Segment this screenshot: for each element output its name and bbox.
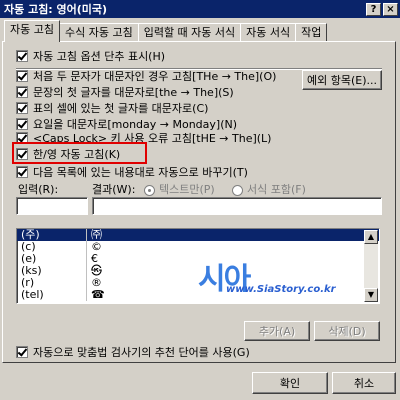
result-label: 결과(W): <box>92 183 136 196</box>
option-label: 자동 고침 옵션 단추 표시(H) <box>33 50 166 63</box>
radio[interactable] <box>144 184 155 196</box>
tab-bar: 자동 고침 수식 자동 고침 입력할 때 자동 서식 자동 서식 작업 <box>4 20 328 42</box>
list-item[interactable]: (c) © <box>17 241 379 253</box>
checkbox[interactable] <box>16 70 28 82</box>
list-item-input: (tel) <box>17 289 87 301</box>
option-two-initial-caps[interactable]: 처음 두 문자가 대문자인 경우 고침[THe → The](O) <box>16 68 276 84</box>
list-body: (주) ㈜ (c) © (e) € (ks) ㉿ (r) ® (tel) ☎ <box>17 229 379 301</box>
tab-autoformat[interactable]: 자동 서식 <box>240 23 297 42</box>
tab-autoformat-as-you-type[interactable]: 입력할 때 자동 서식 <box>137 23 242 42</box>
list-scrollbar[interactable]: ▲ ▼ <box>364 230 378 302</box>
cancel-button[interactable]: 취소 <box>332 372 396 394</box>
add-button[interactable]: 추가(A) <box>244 321 310 341</box>
window-title: 자동 고침: 영어(미국) <box>4 3 108 16</box>
replace-list[interactable]: (주) ㈜ (c) © (e) € (ks) ㉿ (r) ® (tel) ☎ ▲ ▼ <box>16 228 380 304</box>
scroll-up-icon[interactable]: ▲ <box>364 230 378 244</box>
option-label: 자동으로 맞춤법 검사기의 추천 단어를 사용(G) <box>33 346 250 359</box>
ok-button[interactable]: 확인 <box>252 372 328 394</box>
checkbox[interactable] <box>16 166 28 178</box>
checkbox[interactable] <box>16 118 28 130</box>
highlight-box <box>12 142 147 164</box>
option-suggest[interactable]: 자동으로 맞춤법 검사기의 추천 단어를 사용(G) <box>16 344 250 360</box>
list-item-result: ® <box>91 276 102 289</box>
help-button[interactable]: ? <box>366 2 381 16</box>
list-item-result: ㉿ <box>91 264 102 277</box>
option-label: 표의 셀에 있는 첫 글자를 대문자로(C) <box>33 102 209 115</box>
option-first-letter-sentences[interactable]: 문장의 첫 글자를 대문자로[the → The](S) <box>16 84 234 100</box>
option-replace-as-you-type[interactable]: 다음 목록에 있는 내용대로 자동으로 바꾸기(T) <box>16 164 248 180</box>
radio[interactable] <box>232 184 243 196</box>
formatted-text-label: 서식 포함(F) <box>247 183 306 196</box>
delete-button[interactable]: 삭제(D) <box>314 321 380 341</box>
list-item-result: ☎ <box>91 288 105 301</box>
close-button[interactable]: × <box>383 2 398 16</box>
list-item-result: © <box>91 240 102 253</box>
option-first-letter-table-cells[interactable]: 표의 셀에 있는 첫 글자를 대문자로(C) <box>16 100 208 116</box>
plain-text-option[interactable]: 텍스트만(P) <box>144 181 215 197</box>
tab-autocorrect[interactable]: 자동 고침 <box>4 20 60 42</box>
checkbox[interactable] <box>16 86 28 98</box>
result-field[interactable] <box>92 197 382 215</box>
list-item[interactable]: (주) ㈜ <box>17 229 379 241</box>
checkbox[interactable] <box>16 50 28 62</box>
exceptions-button[interactable]: 예외 항목(E)... <box>302 70 382 90</box>
checkbox[interactable] <box>16 346 28 358</box>
tab-actions[interactable]: 작업 <box>295 23 328 42</box>
option-label: 문장의 첫 글자를 대문자로[the → The](S) <box>33 86 234 99</box>
list-item-result: ㈜ <box>91 228 102 241</box>
title-bar: 자동 고침: 영어(미국) ? × <box>0 0 400 18</box>
option-show-buttons[interactable]: 자동 고침 옵션 단추 표시(H) <box>16 48 165 64</box>
option-label: 처음 두 문자가 대문자인 경우 고침[THe → The](O) <box>33 70 277 83</box>
scroll-track[interactable] <box>364 244 378 288</box>
list-item-result: € <box>91 252 98 265</box>
input-field[interactable] <box>16 197 88 215</box>
list-item[interactable]: (r) ® <box>17 277 379 289</box>
list-item[interactable]: (ks) ㉿ <box>17 265 379 277</box>
checkbox[interactable] <box>16 102 28 114</box>
scroll-down-icon[interactable]: ▼ <box>364 288 378 302</box>
formatted-text-option[interactable]: 서식 포함(F) <box>232 181 306 197</box>
list-item[interactable]: (e) € <box>17 253 379 265</box>
option-label: 다음 목록에 있는 내용대로 자동으로 바꾸기(T) <box>33 166 248 179</box>
plain-text-label: 텍스트만(P) <box>159 183 215 196</box>
input-label: 입력(R): <box>18 183 59 196</box>
list-item[interactable]: (tel) ☎ <box>17 289 379 301</box>
tab-math-autocorrect[interactable]: 수식 자동 고침 <box>58 23 139 42</box>
